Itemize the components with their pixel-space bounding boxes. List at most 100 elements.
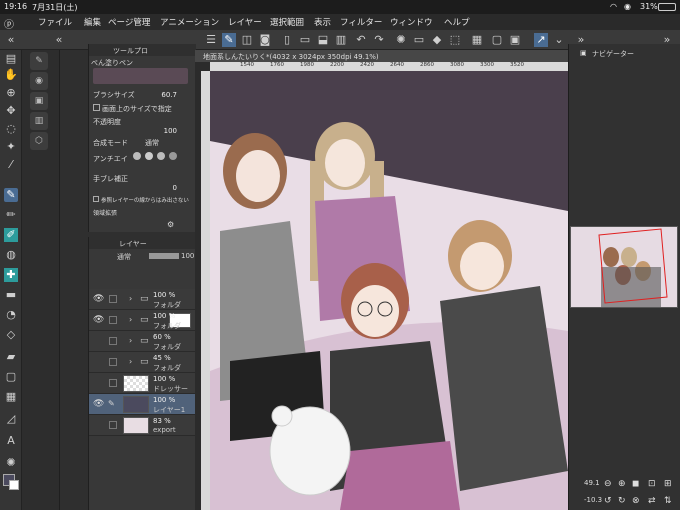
fit-screen-icon[interactable]: ⊡ bbox=[648, 479, 656, 489]
sub-color-swatch[interactable] bbox=[9, 480, 19, 490]
lock-checkbox[interactable] bbox=[109, 379, 117, 387]
camera-icon[interactable]: ◙ bbox=[258, 33, 272, 47]
aa-none-icon[interactable] bbox=[133, 152, 141, 160]
undo-icon[interactable]: ↶ bbox=[354, 33, 368, 47]
collapse-icon[interactable]: « bbox=[52, 33, 66, 47]
menu-page[interactable]: ページ管理 bbox=[108, 16, 150, 28]
opacity-row[interactable]: 不透明度 100 bbox=[93, 117, 191, 135]
refer-layer-row[interactable]: 参照レイヤーの線からはみ出さない bbox=[93, 196, 191, 208]
balloon-icon[interactable]: ✺ bbox=[4, 456, 18, 470]
aa-high-icon[interactable] bbox=[169, 152, 177, 160]
lock-checkbox[interactable] bbox=[109, 358, 117, 366]
layer-row-selected[interactable]: 👁 ✎ 100 % レイヤー1 bbox=[89, 394, 196, 415]
app-logo-icon[interactable]: ⓟ bbox=[4, 16, 14, 31]
lock-checkbox[interactable] bbox=[109, 421, 117, 429]
rotation-value[interactable]: -10.3 bbox=[584, 496, 602, 504]
new-file-icon[interactable]: ▯ bbox=[280, 33, 294, 47]
gradient-icon[interactable]: ▰ bbox=[4, 350, 18, 364]
lock-checkbox[interactable] bbox=[109, 316, 117, 324]
layer-row[interactable]: 👁 › ▭ 100 % フォルダ bbox=[89, 310, 196, 331]
zoom-value[interactable]: 49.1 bbox=[584, 479, 600, 487]
zoom-fit-icon[interactable]: ⊞ bbox=[664, 479, 672, 489]
brush-icon[interactable]: ✎ bbox=[30, 52, 48, 70]
airbrush-icon[interactable]: ◍ bbox=[4, 248, 18, 262]
aa-mid-icon[interactable] bbox=[157, 152, 165, 160]
eyedropper-icon[interactable]: ⁄ bbox=[4, 158, 18, 172]
collapse-left-icon[interactable]: « bbox=[4, 33, 18, 47]
ruler-snap-icon[interactable]: ↗ bbox=[534, 33, 548, 47]
menu-file[interactable]: ファイル bbox=[38, 16, 72, 28]
layer-row[interactable]: › ▭ 60 % フォルダ bbox=[89, 331, 196, 352]
magic-wand-icon[interactable]: ✦ bbox=[4, 140, 18, 154]
lock-checkbox[interactable] bbox=[109, 295, 117, 303]
flip-horizontal-icon[interactable]: ⇄ bbox=[648, 496, 656, 506]
navigator-thumbnail[interactable] bbox=[570, 226, 678, 308]
loading-icon[interactable]: ✺ bbox=[394, 33, 408, 47]
layer-row[interactable]: 100 % ドレッサー bbox=[89, 373, 196, 394]
clear-icon[interactable]: ▭ bbox=[412, 33, 426, 47]
aa-low-icon[interactable] bbox=[145, 152, 153, 160]
brush-icon[interactable]: ✐ bbox=[4, 228, 18, 242]
material-icon[interactable]: ⬡ bbox=[30, 132, 48, 150]
open-file-icon[interactable]: ▭ bbox=[298, 33, 312, 47]
eraser-icon[interactable]: ▬ bbox=[4, 288, 18, 302]
illustration-canvas[interactable] bbox=[210, 71, 568, 510]
screen-size-row[interactable]: 画面上のサイズで指定 bbox=[93, 104, 191, 116]
save-icon[interactable]: ⬓ bbox=[316, 33, 330, 47]
lock-checkbox[interactable] bbox=[109, 337, 117, 345]
stabilization-row[interactable]: 手ブレ補正 0 bbox=[93, 174, 191, 192]
flip-vertical-icon[interactable]: ⇅ bbox=[664, 496, 672, 506]
expand-row[interactable]: 領域拡張 bbox=[93, 208, 191, 220]
palette-icon[interactable]: ▣ bbox=[30, 92, 48, 110]
eye-icon[interactable]: 👁 bbox=[93, 315, 104, 325]
checkbox[interactable] bbox=[93, 104, 100, 111]
redo-icon[interactable]: ↷ bbox=[372, 33, 386, 47]
layer-icon[interactable]: ▤ bbox=[4, 52, 18, 66]
menu-animation[interactable]: アニメーション bbox=[160, 16, 219, 28]
expand-arrow-icon[interactable]: › bbox=[129, 315, 132, 324]
rotate-right-icon[interactable]: ↻ bbox=[618, 496, 626, 506]
eye-icon[interactable]: 👁 bbox=[93, 399, 104, 409]
canvas-tab[interactable]: 地面系しんたいりく*(4032 x 3024px 350dpi 49.1%) bbox=[195, 50, 568, 62]
color-wheel-icon[interactable]: ◉ bbox=[30, 72, 48, 90]
antialias-row[interactable]: アンチエイ bbox=[93, 152, 191, 166]
menu-filter[interactable]: フィルター bbox=[340, 16, 382, 28]
frame-icon[interactable]: ▦ bbox=[4, 390, 18, 404]
layer-row[interactable]: 83 % export bbox=[89, 415, 196, 436]
edit-icon[interactable]: ✎ bbox=[222, 33, 236, 47]
expand-arrow-icon[interactable]: › bbox=[129, 294, 132, 303]
menu-help[interactable]: ヘルプ bbox=[444, 16, 470, 28]
zoom-in-icon[interactable]: ⊕ bbox=[618, 479, 626, 489]
lasso-icon[interactable]: ◌ bbox=[4, 122, 18, 136]
transform-icon[interactable]: ⬚ bbox=[448, 33, 462, 47]
layer-property-icon[interactable]: ▥ bbox=[30, 112, 48, 130]
menu-view[interactable]: 表示 bbox=[314, 16, 331, 28]
chevron-down-icon[interactable]: ⌄ bbox=[552, 33, 566, 47]
layer-blend-row[interactable]: 通常 100 bbox=[93, 251, 194, 263]
menu-window[interactable]: ウィンドウ bbox=[390, 16, 433, 28]
settings-icon[interactable]: ⚙ bbox=[167, 220, 174, 229]
select-all-icon[interactable]: ▦ bbox=[470, 33, 484, 47]
fit-icon[interactable]: ◼ bbox=[632, 479, 639, 489]
checkbox[interactable] bbox=[93, 196, 99, 202]
blend-row[interactable]: 合成モード 通常 bbox=[93, 138, 191, 150]
menu-selection[interactable]: 選択範囲 bbox=[270, 16, 304, 28]
decoration-icon[interactable]: ✚ bbox=[4, 268, 18, 282]
figure-icon[interactable]: ▢ bbox=[4, 370, 18, 384]
reset-rotation-icon[interactable]: ⊗ bbox=[632, 496, 640, 506]
zoom-out-icon[interactable]: ⊖ bbox=[604, 479, 612, 489]
expand-arrow-icon[interactable]: › bbox=[129, 336, 132, 345]
expand-arrow-icon[interactable]: › bbox=[129, 357, 132, 366]
eye-icon[interactable]: 👁 bbox=[93, 294, 104, 304]
fill-icon[interactable]: ◆ bbox=[430, 33, 444, 47]
layers-icon[interactable]: ◫ bbox=[240, 33, 254, 47]
menu-icon[interactable]: ☰ bbox=[204, 33, 218, 47]
export-icon[interactable]: ▥ bbox=[334, 33, 348, 47]
blend-icon[interactable]: ◔ bbox=[4, 308, 18, 322]
fill-bucket-icon[interactable]: ◇ bbox=[4, 328, 18, 342]
brush-size-row[interactable]: ブラシサイズ 60.7 bbox=[93, 90, 191, 102]
hand-icon[interactable]: ✋ bbox=[4, 68, 18, 82]
ruler-icon[interactable]: ◿ bbox=[4, 412, 18, 426]
text-icon[interactable]: A bbox=[4, 434, 18, 448]
opacity-slider[interactable] bbox=[149, 253, 179, 259]
